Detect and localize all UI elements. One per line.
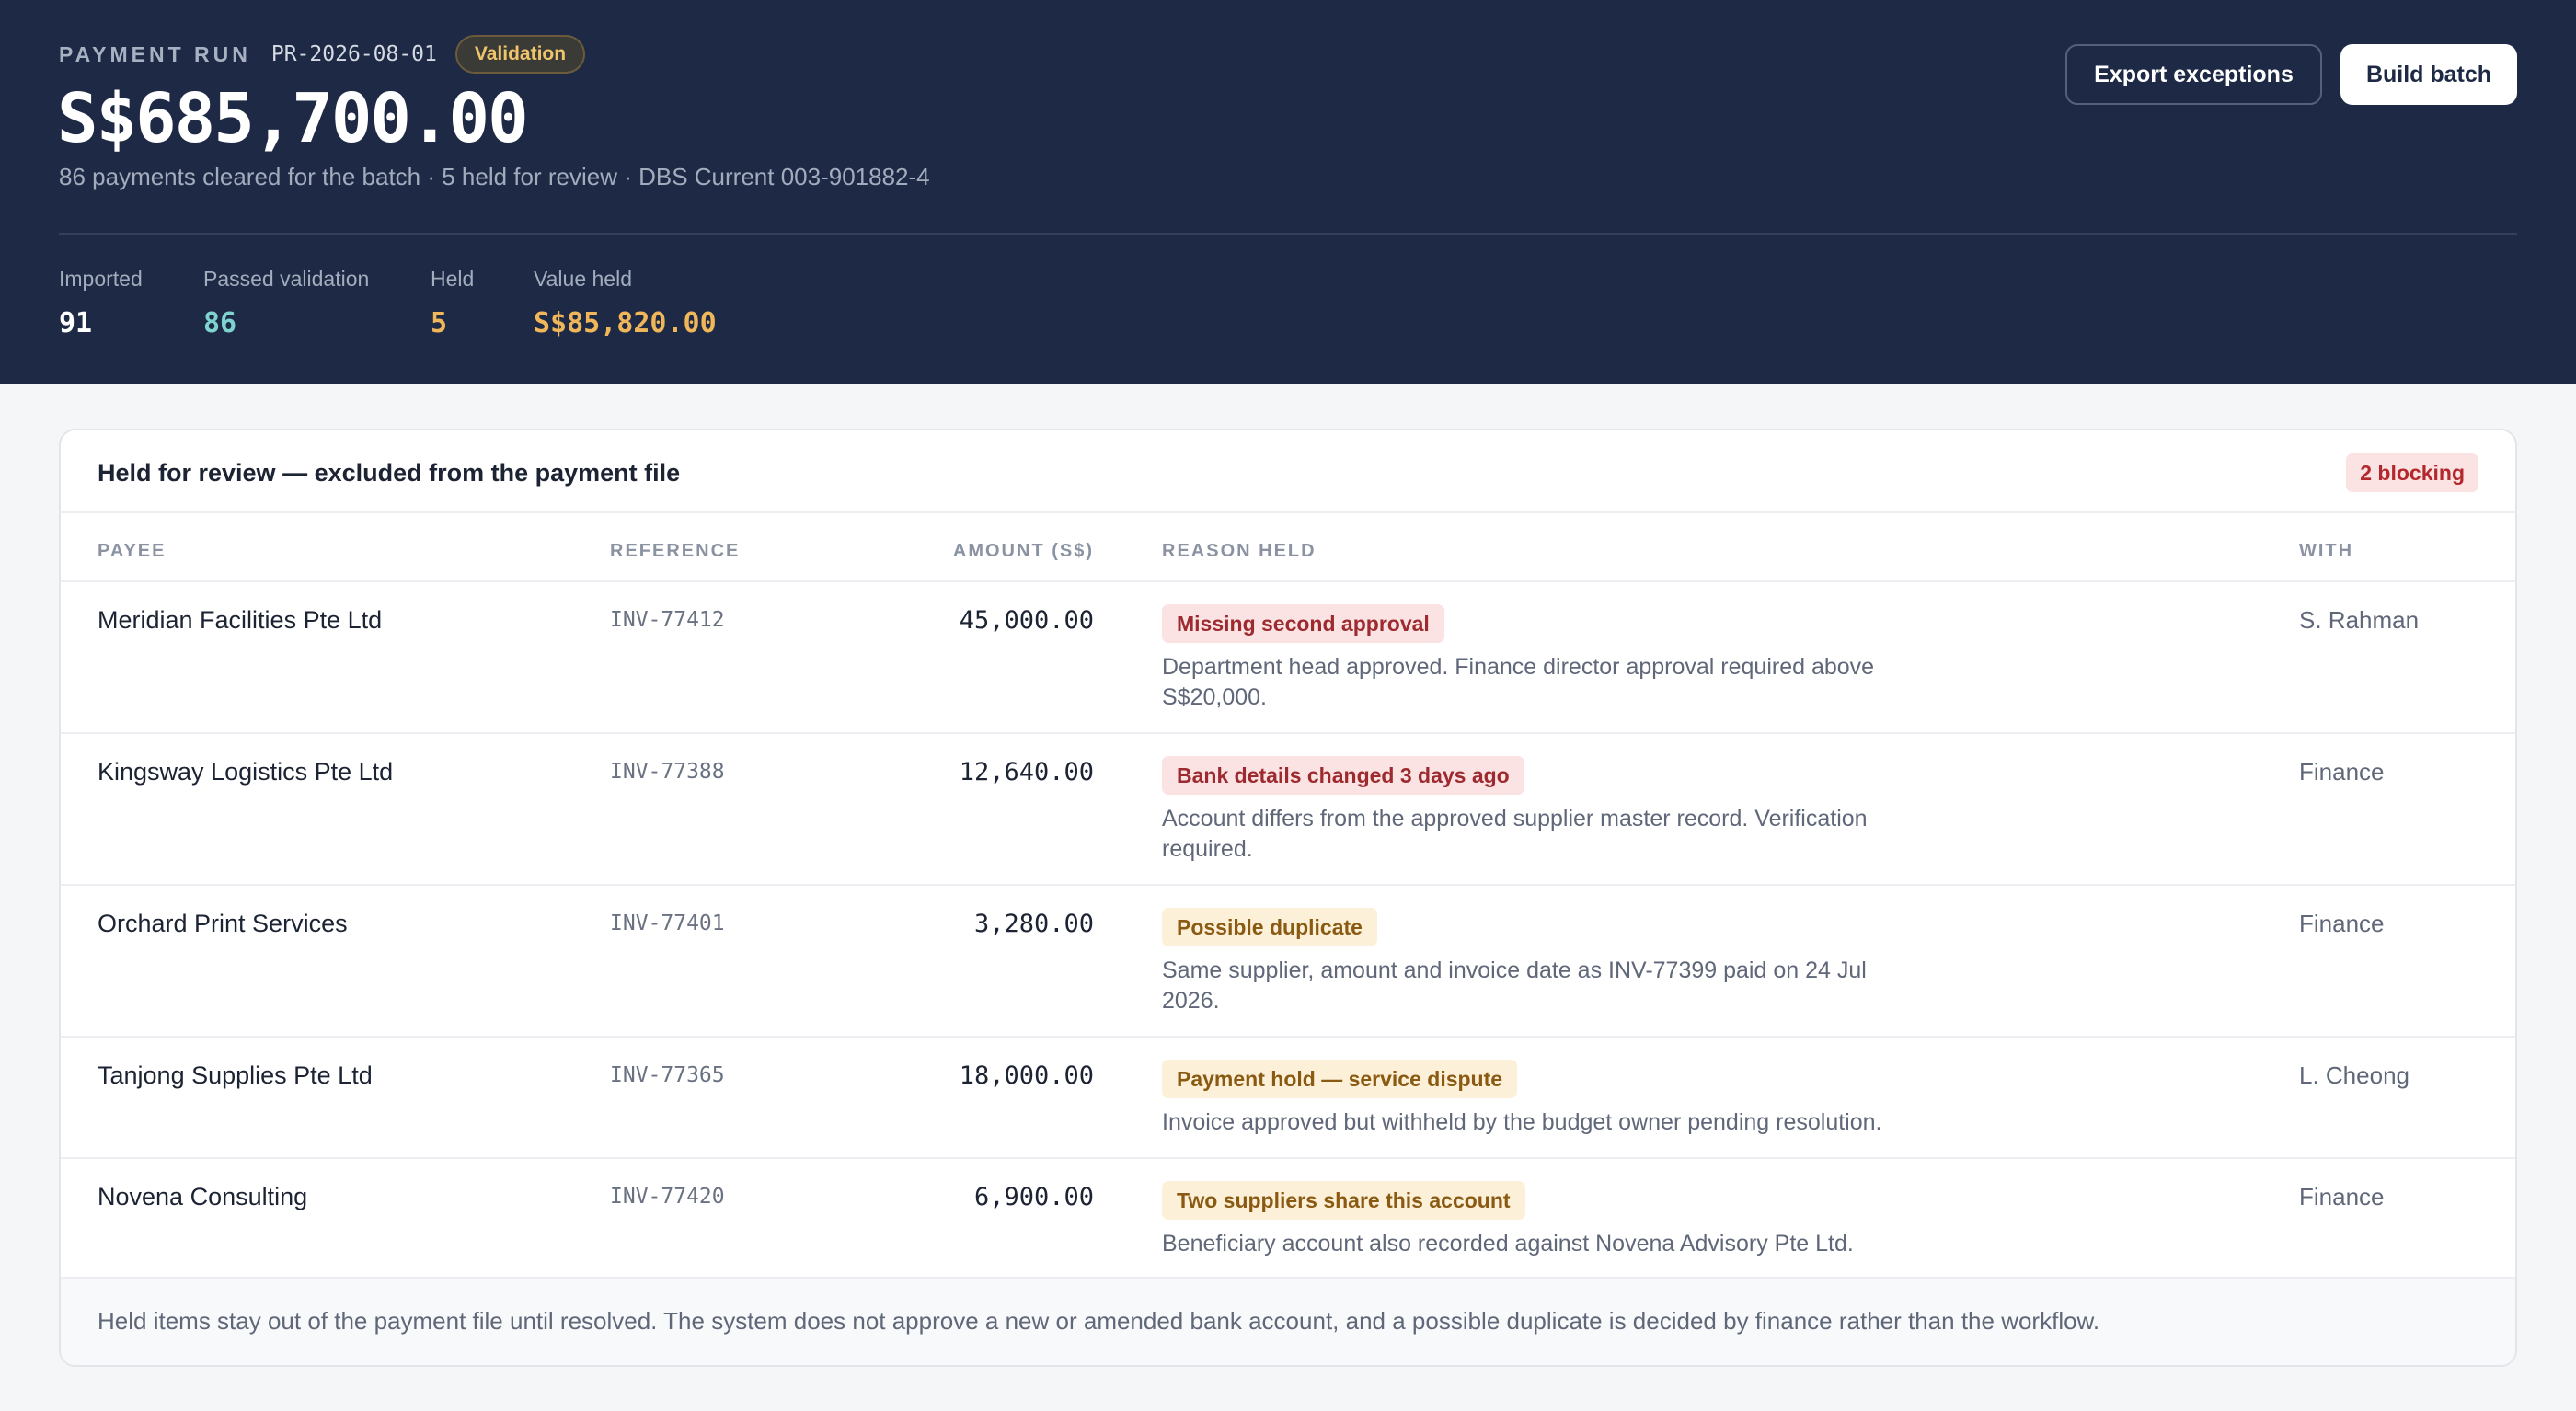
assigned-to: Finance bbox=[2299, 1183, 2385, 1210]
invoice-reference: INV-77420 bbox=[610, 1185, 725, 1209]
column-header-with: WITH bbox=[2299, 541, 2354, 561]
export-exceptions-button[interactable]: Export exceptions bbox=[2065, 44, 2322, 105]
card-header-divider bbox=[61, 511, 2515, 513]
run-id: PR-2026-08-01 bbox=[270, 42, 437, 66]
stat-value-held: Value held S$85,820.00 bbox=[534, 267, 717, 339]
reason-detail: Account differs from the approved suppli… bbox=[1162, 806, 1868, 862]
stat-value: 5 bbox=[431, 307, 448, 339]
column-header-reason: REASON HELD bbox=[1162, 541, 1317, 561]
column-header-reference: REFERENCE bbox=[610, 541, 741, 561]
amount: 6,900.00 bbox=[973, 1183, 1094, 1211]
invoice-reference: INV-77365 bbox=[610, 1063, 725, 1087]
table-row[interactable]: Novena Consulting INV-77420 6,900.00 Two… bbox=[61, 1159, 2515, 1279]
build-batch-button[interactable]: Build batch bbox=[2340, 44, 2517, 105]
reason-detail: Department head approved. Finance direct… bbox=[1162, 654, 1875, 710]
stat-held: Held 5 bbox=[431, 267, 474, 339]
invoice-reference: INV-77388 bbox=[610, 760, 725, 784]
payee-name: Novena Consulting bbox=[98, 1183, 308, 1210]
amount: 45,000.00 bbox=[959, 606, 1094, 635]
card-footer: Held items stay out of the payment file … bbox=[61, 1279, 2515, 1365]
reason-detail: Invoice approved but withheld by the bud… bbox=[1162, 1109, 1882, 1135]
stat-label: Passed validation bbox=[203, 267, 370, 291]
reason-detail: Beneficiary account also recorded agains… bbox=[1162, 1231, 1854, 1256]
table-row[interactable]: Meridian Facilities Pte Ltd INV-77412 45… bbox=[61, 582, 2515, 732]
card-title: Held for review — excluded from the paym… bbox=[98, 459, 681, 487]
reason-tag: Payment hold — service dispute bbox=[1162, 1060, 1518, 1098]
payee-name: Kingsway Logistics Pte Ltd bbox=[98, 758, 394, 786]
footer-note: Held items stay out of the payment file … bbox=[98, 1307, 2100, 1335]
stat-passed-validation: Passed validation 86 bbox=[203, 267, 369, 339]
held-for-review-card: Held for review — excluded from the paym… bbox=[59, 429, 2517, 1367]
amount: 18,000.00 bbox=[959, 1061, 1094, 1090]
assigned-to: Finance bbox=[2299, 758, 2385, 786]
stat-label: Imported bbox=[59, 267, 143, 291]
status-badge: Validation bbox=[454, 35, 586, 74]
table-row[interactable]: Kingsway Logistics Pte Ltd INV-77388 12,… bbox=[61, 734, 2515, 884]
invoice-reference: INV-77412 bbox=[610, 608, 725, 632]
amount: 3,280.00 bbox=[973, 910, 1094, 938]
reason-tag: Bank details changed 3 days ago bbox=[1162, 756, 1524, 795]
invoice-reference: INV-77401 bbox=[610, 912, 725, 935]
reason-detail: Same supplier, amount and invoice date a… bbox=[1162, 958, 1867, 1014]
reason-tag: Possible duplicate bbox=[1162, 908, 1377, 946]
header-divider bbox=[59, 233, 2517, 235]
payment-run-header: PAYMENT RUN PR-2026-08-01 Validation S$6… bbox=[0, 0, 2576, 384]
payee-name: Orchard Print Services bbox=[98, 910, 348, 937]
blocking-badge: 2 blocking bbox=[2346, 453, 2478, 492]
reason-tag: Missing second approval bbox=[1162, 604, 1444, 643]
run-total: S$685,700.00 bbox=[57, 79, 529, 158]
stat-value: 91 bbox=[59, 307, 93, 339]
assigned-to: Finance bbox=[2299, 910, 2385, 937]
column-header-amount: AMOUNT (S$) bbox=[952, 541, 1094, 561]
payee-name: Meridian Facilities Pte Ltd bbox=[98, 606, 383, 634]
payee-name: Tanjong Supplies Pte Ltd bbox=[98, 1061, 373, 1089]
stat-value: S$85,820.00 bbox=[534, 307, 717, 339]
assigned-to: L. Cheong bbox=[2299, 1061, 2409, 1089]
column-header-payee: PAYEE bbox=[98, 541, 167, 561]
table-row[interactable]: Tanjong Supplies Pte Ltd INV-77365 18,00… bbox=[61, 1038, 2515, 1157]
reason-tag: Two suppliers share this account bbox=[1162, 1181, 1525, 1220]
stat-label: Held bbox=[431, 267, 475, 291]
table-row[interactable]: Orchard Print Services INV-77401 3,280.0… bbox=[61, 886, 2515, 1036]
amount: 12,640.00 bbox=[959, 758, 1094, 786]
stat-imported: Imported 91 bbox=[59, 267, 143, 339]
run-label: PAYMENT RUN bbox=[59, 41, 251, 66]
run-identifier: PAYMENT RUN PR-2026-08-01 Validation bbox=[59, 33, 586, 75]
stat-label: Value held bbox=[534, 267, 632, 291]
stat-value: 86 bbox=[203, 307, 237, 339]
assigned-to: S. Rahman bbox=[2299, 606, 2420, 634]
run-summary: 86 payments cleared for the batch · 5 he… bbox=[59, 163, 930, 190]
